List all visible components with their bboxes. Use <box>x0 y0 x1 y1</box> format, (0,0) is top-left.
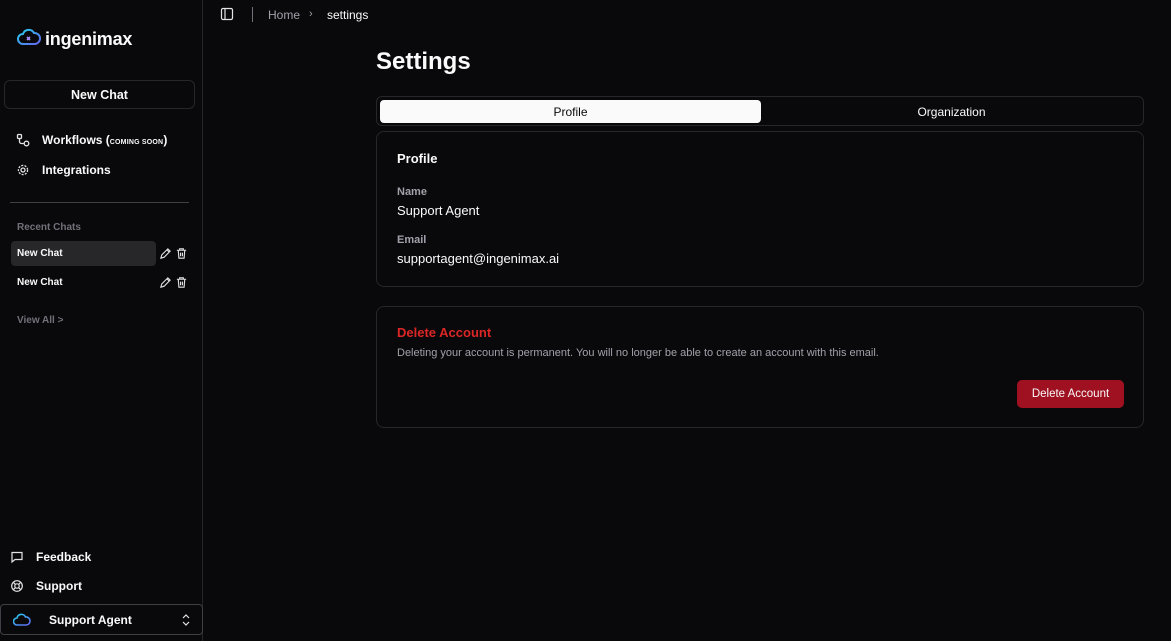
breadcrumb-home[interactable]: Home <box>268 8 300 22</box>
app-root: ingenimax New Chat Workflows (COMING SOO… <box>0 0 1171 641</box>
gear-icon <box>16 163 30 177</box>
view-all-link[interactable]: View All > <box>17 315 63 326</box>
tab-profile[interactable]: Profile <box>380 100 761 123</box>
sidebar-item-label: Integrations <box>42 163 111 177</box>
sidebar-toggle-icon[interactable] <box>220 7 234 26</box>
sidebar-item-workflows[interactable]: Workflows (COMING SOON) <box>16 130 167 150</box>
sidebar-item-label: Support <box>36 579 82 593</box>
sidebar-item-support[interactable]: Support <box>10 576 82 596</box>
delete-account-card: Delete Account Deleting your account is … <box>376 306 1144 428</box>
top-bar: Home › settings <box>203 0 1171 30</box>
sidebar-divider <box>10 202 189 203</box>
delete-account-button[interactable]: Delete Account <box>1017 380 1124 408</box>
user-menu-button[interactable]: Support Agent <box>0 604 203 635</box>
coming-soon-label: COMING SOON <box>109 139 164 146</box>
sidebar-item-integrations[interactable]: Integrations <box>16 160 111 180</box>
avatar <box>13 613 31 627</box>
sidebar-item-label: Workflows (COMING SOON) <box>42 133 168 147</box>
message-square-icon <box>10 550 24 564</box>
settings-tabs: Profile Organization <box>376 96 1144 126</box>
chevrons-up-down-icon <box>180 613 192 632</box>
recent-chat-actions <box>159 276 188 289</box>
recent-chat-label: New Chat <box>17 248 63 259</box>
delete-account-title: Delete Account <box>397 325 492 340</box>
edit-pencil-icon[interactable] <box>159 247 172 260</box>
email-label: Email <box>397 234 427 246</box>
sidebar-item-label: Feedback <box>36 550 92 564</box>
sidebar-item-feedback[interactable]: Feedback <box>10 547 91 567</box>
recent-chats-heading: Recent Chats <box>17 222 81 233</box>
workflow-icon <box>16 133 30 147</box>
new-chat-button[interactable]: New Chat <box>4 80 195 109</box>
name-label: Name <box>397 186 427 198</box>
recent-chat-item[interactable]: New Chat <box>11 241 156 266</box>
trash-icon[interactable] <box>175 276 188 289</box>
sidebar: ingenimax New Chat Workflows (COMING SOO… <box>0 0 203 641</box>
email-value: supportagent@ingenimax.ai <box>397 251 560 266</box>
recent-chat-item[interactable]: New Chat <box>11 270 156 295</box>
page-title: Settings <box>376 48 471 75</box>
recent-chat-label: New Chat <box>17 277 63 288</box>
brand-logo[interactable]: ingenimax <box>17 28 132 50</box>
profile-card: Profile Name Support Agent Email support… <box>376 131 1144 287</box>
tab-organization[interactable]: Organization <box>761 100 1142 123</box>
recent-chat-actions <box>159 247 188 260</box>
delete-account-description: Deleting your account is permanent. You … <box>397 347 879 359</box>
life-buoy-icon <box>10 579 24 593</box>
profile-card-title: Profile <box>397 151 438 166</box>
trash-icon[interactable] <box>175 247 188 260</box>
breadcrumb-divider <box>252 7 253 22</box>
edit-pencil-icon[interactable] <box>159 276 172 289</box>
name-value: Support Agent <box>397 203 480 218</box>
breadcrumb-current: settings <box>327 8 369 22</box>
brand-name: ingenimax <box>45 28 133 49</box>
cloud-logo-icon <box>17 27 41 52</box>
chevron-right-icon: › <box>309 8 313 20</box>
user-name: Support Agent <box>49 612 132 627</box>
